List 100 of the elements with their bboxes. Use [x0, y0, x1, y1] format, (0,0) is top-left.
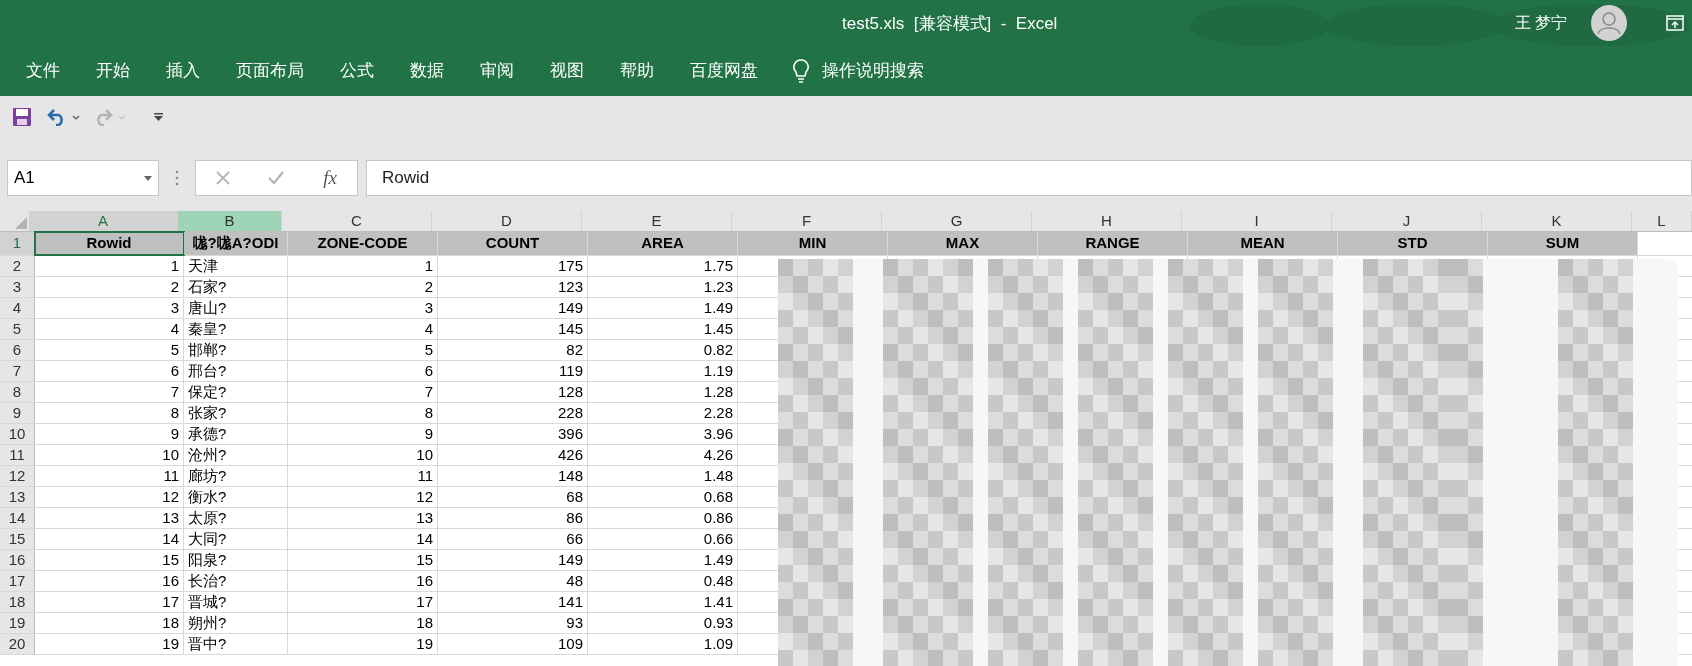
- table-cell: 426: [438, 445, 588, 465]
- table-cell: 大同?: [184, 529, 288, 549]
- table-cell: 天津: [184, 256, 288, 276]
- table-cell: 0.93: [588, 613, 738, 633]
- table-cell: 18: [288, 613, 438, 633]
- ribbon-tab[interactable]: 开始: [78, 46, 148, 96]
- row-header[interactable]: 8: [0, 382, 35, 402]
- column-header[interactable]: E: [582, 211, 732, 231]
- column-header[interactable]: L: [1632, 211, 1692, 231]
- table-cell: 2: [35, 277, 184, 297]
- table-cell: 张家?: [184, 403, 288, 423]
- column-header[interactable]: C: [282, 211, 432, 231]
- table-cell: 唐山?: [184, 298, 288, 318]
- avatar-icon: [1591, 5, 1627, 41]
- table-cell: 邯郸?: [184, 340, 288, 360]
- row-header[interactable]: 4: [0, 298, 35, 318]
- ribbon-tab[interactable]: 文件: [8, 46, 78, 96]
- table-cell: 141: [438, 592, 588, 612]
- table-cell: 哤?哤A?ODI: [184, 232, 288, 255]
- row-header[interactable]: 16: [0, 550, 35, 570]
- table-cell: 11: [35, 466, 184, 486]
- grip-icon: [175, 169, 179, 187]
- table-cell: 晋城?: [184, 592, 288, 612]
- table-cell: 66: [438, 529, 588, 549]
- table-cell: 17: [288, 592, 438, 612]
- column-header[interactable]: F: [732, 211, 882, 231]
- name-box[interactable]: A1: [7, 160, 159, 196]
- ribbon-tab[interactable]: 百度网盘: [672, 46, 776, 96]
- table-cell: STD: [1338, 232, 1488, 255]
- column-header[interactable]: G: [882, 211, 1032, 231]
- table-cell: 10: [288, 445, 438, 465]
- ribbon-display-button[interactable]: [1664, 12, 1686, 34]
- insert-function-button[interactable]: fx: [315, 163, 346, 193]
- column-header[interactable]: J: [1332, 211, 1482, 231]
- table-cell: 8: [288, 403, 438, 423]
- row-header[interactable]: 18: [0, 592, 35, 612]
- row-header[interactable]: 2: [0, 256, 35, 276]
- table-cell: 228: [438, 403, 588, 423]
- row-header[interactable]: 7: [0, 361, 35, 381]
- ribbon-tab[interactable]: 帮助: [602, 46, 672, 96]
- ribbon-tab[interactable]: 插入: [148, 46, 218, 96]
- ribbon-tab[interactable]: 数据: [392, 46, 462, 96]
- formula-input[interactable]: Rowid: [366, 160, 1692, 196]
- column-header[interactable]: I: [1182, 211, 1332, 231]
- column-header[interactable]: A: [29, 211, 178, 231]
- table-cell: MEAN: [1188, 232, 1338, 255]
- table-cell: 沧州?: [184, 445, 288, 465]
- table-cell: 14: [35, 529, 184, 549]
- table-cell: 18: [35, 613, 184, 633]
- table-cell: 承德?: [184, 424, 288, 444]
- table-cell: 邢台?: [184, 361, 288, 381]
- table-cell: 396: [438, 424, 588, 444]
- table-cell: 19: [35, 634, 184, 654]
- table-cell: 149: [438, 298, 588, 318]
- table-cell: 1.19: [588, 361, 738, 381]
- row-header[interactable]: 3: [0, 277, 35, 297]
- table-cell: 4.26: [588, 445, 738, 465]
- table-cell: 廊坊?: [184, 466, 288, 486]
- row-header[interactable]: 5: [0, 319, 35, 339]
- row-header[interactable]: 9: [0, 403, 35, 423]
- row-header[interactable]: 20: [0, 634, 35, 654]
- ribbon-tab[interactable]: 公式: [322, 46, 392, 96]
- ribbon-tab[interactable]: 视图: [532, 46, 602, 96]
- table-cell: ZONE-CODE: [288, 232, 438, 255]
- table-cell: 3: [288, 298, 438, 318]
- table-cell: 123: [438, 277, 588, 297]
- table-cell: 148: [438, 466, 588, 486]
- column-header[interactable]: D: [432, 211, 582, 231]
- table-cell: 145: [438, 319, 588, 339]
- row-header[interactable]: 12: [0, 466, 35, 486]
- table-cell: 0.86: [588, 508, 738, 528]
- row-header[interactable]: 17: [0, 571, 35, 591]
- row-header[interactable]: 19: [0, 613, 35, 633]
- column-header[interactable]: K: [1482, 211, 1632, 231]
- row-header[interactable]: 14: [0, 508, 35, 528]
- table-cell: 175: [438, 256, 588, 276]
- table-cell: 0.82: [588, 340, 738, 360]
- row-header[interactable]: 15: [0, 529, 35, 549]
- table-cell: 衡水?: [184, 487, 288, 507]
- table-cell: 16: [35, 571, 184, 591]
- table-cell: 1.45: [588, 319, 738, 339]
- column-header[interactable]: H: [1032, 211, 1182, 231]
- table-cell: 15: [35, 550, 184, 570]
- ribbon-tab[interactable]: 页面布局: [218, 46, 322, 96]
- save-icon: [12, 107, 32, 127]
- row-header[interactable]: 10: [0, 424, 35, 444]
- table-cell: 7: [288, 382, 438, 402]
- row-header[interactable]: 13: [0, 487, 35, 507]
- row-header[interactable]: 11: [0, 445, 35, 465]
- table-cell: 1.09: [588, 634, 738, 654]
- row-header[interactable]: 1: [0, 232, 35, 255]
- table-cell: 1.41: [588, 592, 738, 612]
- row-header[interactable]: 6: [0, 340, 35, 360]
- caret-icon: [153, 113, 163, 121]
- column-header[interactable]: B: [178, 211, 282, 231]
- ribbon-tab[interactable]: 审阅: [462, 46, 532, 96]
- table-cell: 秦皇?: [184, 319, 288, 339]
- table-cell: 保定?: [184, 382, 288, 402]
- table-cell: 93: [438, 613, 588, 633]
- tell-me-field[interactable]: 操作说明搜索: [822, 58, 962, 84]
